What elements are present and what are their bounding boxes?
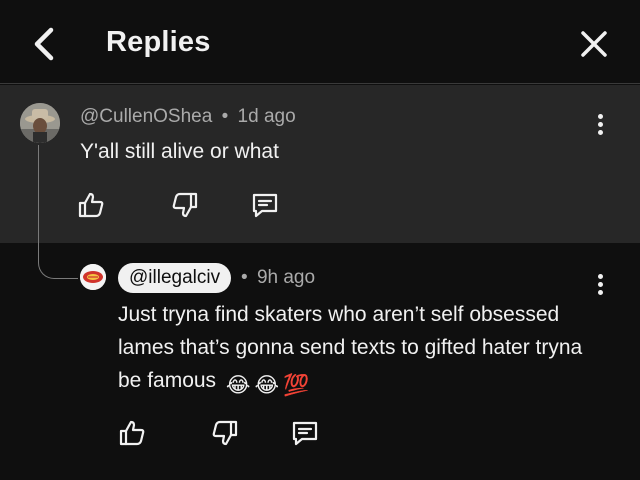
tears-of-joy-emoji: 😂 (225, 374, 251, 397)
timestamp: 9h ago (256, 267, 316, 288)
avatar-image (20, 103, 60, 143)
reply-meta: • 9h ago (241, 267, 315, 289)
reply-comment-icon (252, 193, 278, 218)
avatar[interactable] (80, 264, 106, 290)
comment-meta: @CullenOShea • 1d ago (80, 106, 296, 128)
comment-text: Y'all still alive or what (80, 140, 279, 163)
thread-connector (38, 145, 78, 279)
meta-separator: • (221, 106, 229, 127)
avatar[interactable] (20, 103, 60, 143)
reply-button[interactable] (290, 418, 320, 448)
dislike-button[interactable] (170, 190, 200, 220)
avatar-image (80, 264, 106, 290)
header-bar: Replies (0, 0, 640, 84)
timestamp: 1d ago (237, 106, 296, 127)
tears-of-joy-emoji: 😂 (254, 374, 279, 397)
more-options-button[interactable] (588, 269, 612, 301)
page-title: Replies (106, 26, 211, 58)
reply-comment-icon (292, 421, 318, 446)
close-icon (581, 31, 607, 57)
more-options-button[interactable] (588, 109, 612, 141)
reply-text-block: Just tryna find skaters who aren’t self … (118, 298, 588, 402)
reply-button[interactable] (250, 190, 280, 220)
hundred-points-emoji: 💯 (283, 374, 310, 397)
parent-comment: @CullenOShea • 1d ago Y'all still alive … (0, 85, 640, 243)
like-button[interactable] (76, 190, 106, 220)
close-button[interactable] (576, 26, 612, 62)
thumbs-up-icon (119, 420, 145, 446)
dislike-button[interactable] (210, 418, 240, 448)
author-handle[interactable]: @CullenOShea (80, 106, 212, 127)
thumbs-up-icon (78, 192, 104, 218)
author-handle-chip[interactable]: @illegalciv (118, 263, 232, 293)
like-button[interactable] (117, 418, 147, 448)
thumbs-down-icon (212, 420, 238, 446)
chevron-left-icon (34, 27, 54, 61)
reply-text: Just tryna find skaters who aren’t self … (118, 303, 583, 392)
thumbs-down-icon (172, 192, 198, 218)
meta-separator: • (241, 267, 248, 288)
back-button[interactable] (26, 24, 62, 64)
